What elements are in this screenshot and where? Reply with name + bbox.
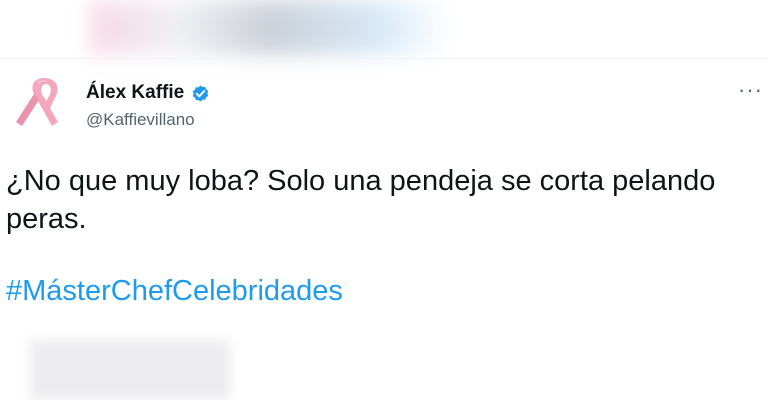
- hashtag-link[interactable]: #MásterChefCelebridades: [6, 275, 343, 308]
- blurred-footer-area: [30, 340, 230, 400]
- blurred-header-area: [90, 0, 450, 55]
- author-display-name[interactable]: Álex Kaffie: [86, 82, 184, 104]
- tweet-text: ¿No que muy loba? Solo una pendeja se co…: [6, 165, 716, 235]
- author-name-row[interactable]: Álex Kaffie: [86, 82, 211, 104]
- more-options-icon[interactable]: ···: [738, 79, 763, 101]
- pink-ribbon-icon: [16, 78, 58, 126]
- author-handle[interactable]: @Kaffievillano: [86, 110, 195, 130]
- verified-badge-icon: [193, 84, 209, 102]
- divider: [0, 58, 768, 59]
- avatar[interactable]: [8, 72, 70, 134]
